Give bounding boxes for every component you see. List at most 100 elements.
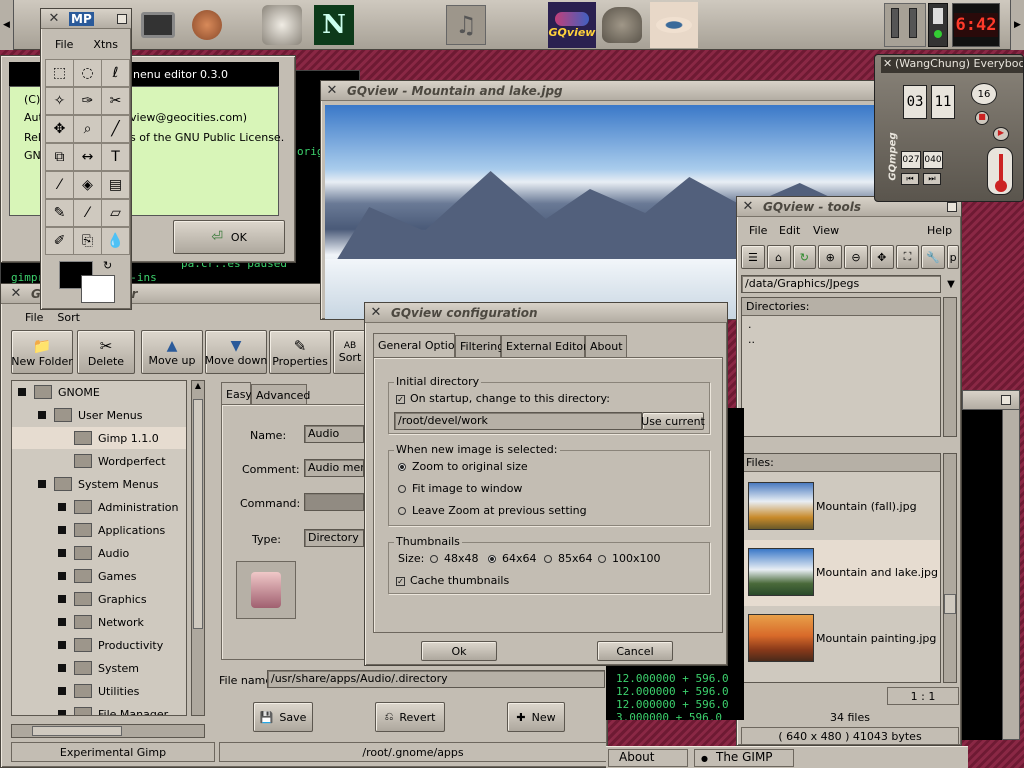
tree-expander-icon[interactable] xyxy=(58,503,66,511)
close-icon[interactable]: ✕ xyxy=(9,286,23,301)
radio-leave-zoom[interactable]: Leave Zoom at previous setting xyxy=(398,504,587,517)
swap-colors-icon[interactable]: ↻ xyxy=(103,259,112,272)
refresh-icon[interactable]: ↻ xyxy=(792,245,817,269)
file-row[interactable]: Mountain (fall).jpg xyxy=(742,474,940,540)
tree-item[interactable]: Gimp 1.1.0 xyxy=(12,427,186,449)
tree-item[interactable]: System Menus xyxy=(12,473,186,495)
tree-item[interactable]: Applications xyxy=(12,519,186,541)
gimp-toolbox-title-bar[interactable]: ✕ MP xyxy=(41,9,131,29)
tree-expander-icon[interactable] xyxy=(58,664,66,672)
radio-size-48[interactable]: 48x48 xyxy=(430,552,479,565)
tree-expander-icon[interactable] xyxy=(18,388,26,396)
radio-zoom-original[interactable]: Zoom to original size xyxy=(398,460,528,473)
tree-item[interactable]: Games xyxy=(12,565,186,587)
bucket-fill-icon[interactable]: ◈ xyxy=(73,171,102,199)
p-icon[interactable]: p xyxy=(947,245,960,269)
radio-size-100[interactable]: 100x100 xyxy=(598,552,661,565)
properties-button[interactable]: ✎ Properties xyxy=(269,330,331,374)
cache-thumbnails-checkbox[interactable]: ✓ Cache thumbnails xyxy=(396,574,509,587)
dir-item[interactable]: . xyxy=(742,316,940,333)
tree-item[interactable]: User Menus xyxy=(12,404,186,426)
tree-item[interactable]: Administration xyxy=(12,496,186,518)
menu-tree[interactable]: GNOME User Menus Gimp 1.1.0 Wordperfect Syst… xyxy=(11,380,187,716)
wrench-icon[interactable]: 🔧 xyxy=(921,245,946,269)
ellipse-select-icon[interactable]: ◌ xyxy=(73,59,102,87)
tree-item[interactable]: Productivity xyxy=(12,634,186,656)
tab-external-editors[interactable]: External Editors xyxy=(501,335,593,357)
stop-button[interactable]: ■ xyxy=(975,111,989,125)
file-row[interactable]: Mountain painting.jpg xyxy=(742,606,940,672)
pencil-icon[interactable]: ✎ xyxy=(45,199,74,227)
config-cancel-button[interactable]: Cancel xyxy=(597,641,673,661)
tree-item[interactable]: Wordperfect xyxy=(12,450,186,472)
initial-dir-field[interactable]: /root/devel/work xyxy=(394,412,642,430)
menu-xtns[interactable]: Xtns xyxy=(93,38,118,51)
tree-item[interactable]: Audio xyxy=(12,542,186,564)
task-gimp[interactable]: ● The GIMP xyxy=(694,749,794,767)
sort-button[interactable]: AB Sort xyxy=(333,330,367,374)
command-field[interactable] xyxy=(304,493,364,511)
move-icon[interactable]: ✥ xyxy=(45,115,74,143)
comment-field[interactable]: Audio menu xyxy=(304,459,364,477)
speaker-icon-button[interactable] xyxy=(236,561,296,619)
menu-edit[interactable]: Edit xyxy=(779,224,800,237)
crop-icon[interactable]: ╱ xyxy=(101,115,130,143)
tree-item[interactable]: GNOME xyxy=(12,381,186,403)
radio-fit-window[interactable]: Fit image to window xyxy=(398,482,522,495)
tree-hscrollbar[interactable] xyxy=(11,724,205,738)
tab-filtering[interactable]: Filtering xyxy=(455,335,504,357)
use-current-button[interactable]: Use current xyxy=(641,412,705,430)
menu-view[interactable]: View xyxy=(813,224,839,237)
gqview-glasses-icon[interactable]: GQview xyxy=(548,2,596,48)
terminal-right-scrollbar[interactable] xyxy=(1002,392,1020,740)
panel-hide-right-button[interactable]: ▶ xyxy=(1010,0,1024,50)
dir-item[interactable]: .. xyxy=(742,333,940,346)
type-field[interactable]: Directory xyxy=(304,529,364,547)
bg-color-swatch[interactable] xyxy=(81,275,115,303)
netscape-icon[interactable]: N xyxy=(310,2,358,48)
menu-help[interactable]: Help xyxy=(927,224,952,237)
path-field[interactable]: /data/Graphics/Jpegs xyxy=(741,275,941,293)
gqview-config-title-bar[interactable]: ✕ GQview configuration xyxy=(365,303,727,323)
terminal-right-strip[interactable] xyxy=(962,410,1002,740)
tree-item[interactable]: System xyxy=(12,657,186,679)
tab-easy[interactable]: Easy xyxy=(221,382,252,406)
file-row-selected[interactable]: Mountain and lake.jpg xyxy=(742,540,940,606)
bezier-icon[interactable]: ✑ xyxy=(73,87,102,115)
maximize-icon[interactable] xyxy=(1001,395,1011,405)
tree-expander-icon[interactable] xyxy=(38,480,46,488)
close-icon[interactable]: ✕ xyxy=(369,305,383,320)
maximize-icon[interactable] xyxy=(117,13,127,24)
task-about[interactable]: About xyxy=(608,749,688,767)
lasso-icon[interactable]: ℓ xyxy=(101,59,130,87)
tree-expander-icon[interactable] xyxy=(38,411,46,419)
flip-icon[interactable]: ↔ xyxy=(73,143,102,171)
menu-file[interactable]: File xyxy=(749,224,767,237)
gqview-image-title-bar[interactable]: ✕ GQview - Mountain and lake.jpg xyxy=(321,81,879,101)
tab-about[interactable]: About xyxy=(585,335,627,357)
dir-scrollbar[interactable] xyxy=(943,297,957,437)
move-up-button[interactable]: ▲ Move up xyxy=(141,330,203,374)
airbrush-icon[interactable]: ✐ xyxy=(45,227,74,255)
prev-icon[interactable]: ⏮ xyxy=(901,173,919,185)
terminal-right-titlebar[interactable] xyxy=(962,390,1020,410)
brush-icon[interactable]: ⁄ xyxy=(73,199,102,227)
eraser-icon[interactable]: ▱ xyxy=(101,199,130,227)
monitor-icon[interactable] xyxy=(134,2,182,48)
tree-scroll-thumb[interactable] xyxy=(193,399,203,629)
tree-expander-icon[interactable] xyxy=(58,549,66,557)
new-folder-button[interactable]: 📁 New Folder xyxy=(11,330,73,374)
music-note-icon[interactable]: ♫ xyxy=(442,2,490,48)
filename-field[interactable]: /usr/share/apps/Audio/.directory xyxy=(267,670,605,688)
maximize-icon[interactable] xyxy=(947,201,957,212)
startup-checkbox[interactable]: ✓ On startup, change to this directory: xyxy=(396,392,610,405)
text-icon[interactable]: T xyxy=(101,143,130,171)
eye-icon[interactable] xyxy=(650,2,698,48)
panel-applet-mixer[interactable] xyxy=(884,3,926,47)
gnu-icon[interactable] xyxy=(258,2,306,48)
tree-item[interactable]: Utilities xyxy=(12,680,186,702)
blend-icon[interactable]: ▤ xyxy=(101,171,130,199)
menu-file[interactable]: File xyxy=(25,311,43,324)
tab-advanced[interactable]: Advanced xyxy=(251,384,310,406)
tree-item[interactable]: File Manager xyxy=(12,703,186,715)
